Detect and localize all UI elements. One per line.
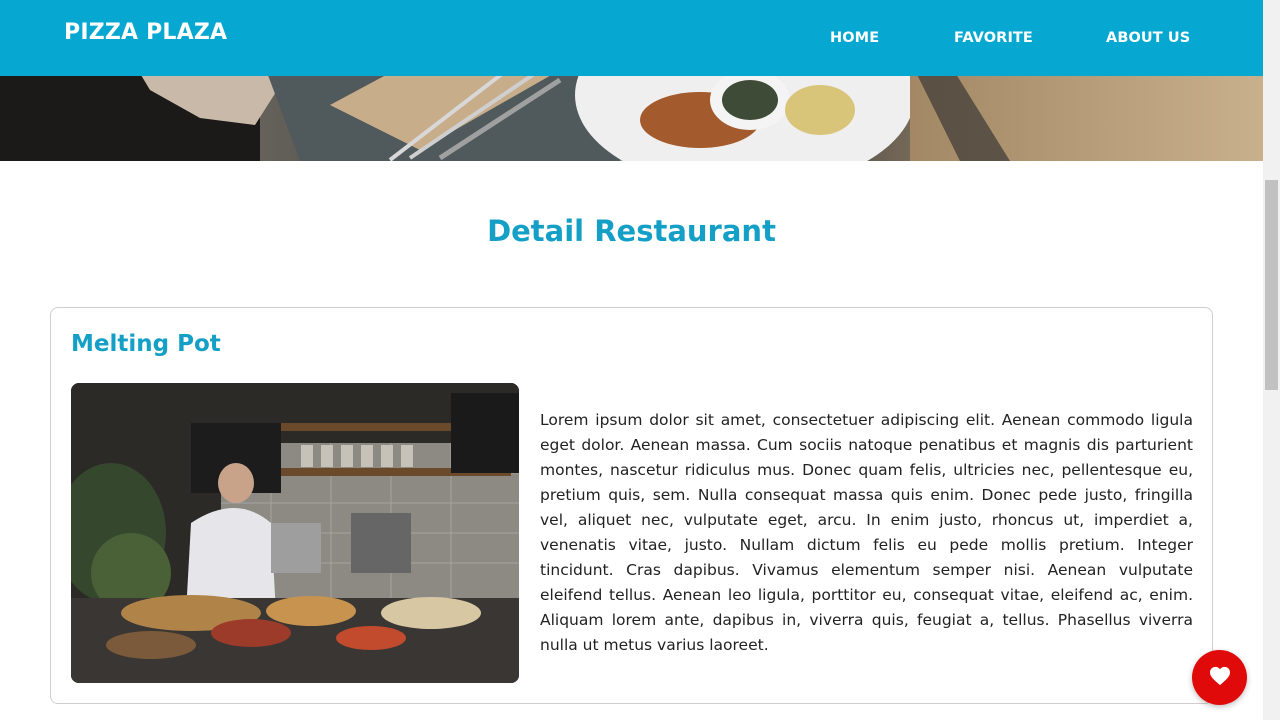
heart-icon xyxy=(1209,666,1231,689)
app-header: PIZZA PLAZA HOME FAVORITE ABOUT US xyxy=(0,0,1263,76)
restaurant-detail-card: Melting Pot Lorem ipsum dolor sit amet, … xyxy=(50,307,1213,704)
nav-home-link[interactable]: HOME xyxy=(830,30,879,46)
scrollbar-thumb[interactable] xyxy=(1265,180,1278,390)
nav-favorite-link[interactable]: FAVORITE xyxy=(954,30,1033,46)
restaurant-description: Lorem ipsum dolor sit amet, consectetuer… xyxy=(540,411,1193,654)
favorite-button[interactable] xyxy=(1192,650,1247,705)
nav-about-link[interactable]: ABOUT US xyxy=(1106,30,1190,46)
main-nav: HOME FAVORITE ABOUT US xyxy=(0,30,1263,50)
page-title: Detail Restaurant xyxy=(487,214,776,248)
restaurant-name: Melting Pot xyxy=(71,331,221,357)
restaurant-photo xyxy=(71,383,519,683)
